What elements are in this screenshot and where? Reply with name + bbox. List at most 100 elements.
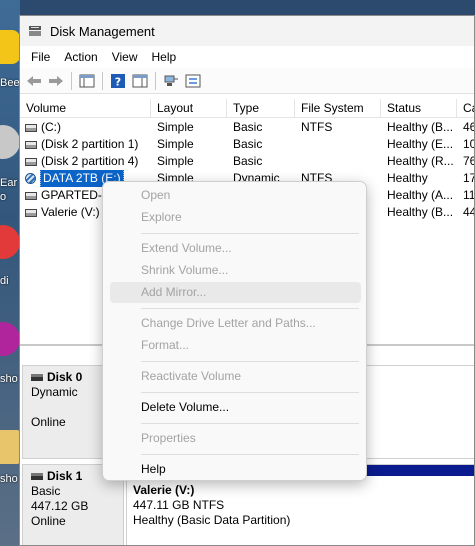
menu-help[interactable]: Help xyxy=(145,50,184,64)
volume-status: Healthy (A... xyxy=(387,188,454,202)
toolbar-separator xyxy=(155,71,156,90)
menu-item-properties[interactable]: Properties xyxy=(110,428,361,449)
menu-item-explore[interactable]: Explore xyxy=(110,207,361,228)
partition-valerie[interactable]: Valerie (V:) 447.11 GB NTFS Healthy (Bas… xyxy=(133,483,290,528)
volume-icon xyxy=(25,157,37,166)
menu-item-help[interactable]: Help xyxy=(110,459,361,480)
menu-view[interactable]: View xyxy=(105,50,145,64)
forward-button[interactable] xyxy=(45,71,66,91)
partition-name: Valerie (V:) xyxy=(133,483,195,497)
disk-name: Disk 0 xyxy=(47,370,83,384)
desktop-label: Bee xyxy=(0,77,20,89)
properties-button[interactable] xyxy=(182,71,203,91)
volume-name-cell: (Disk 2 partition 1) xyxy=(25,136,138,153)
menu-separator xyxy=(141,423,359,424)
toolbar: ? xyxy=(20,68,474,94)
volume-name-cell: Valerie (V:) xyxy=(25,204,100,221)
menu-item-change-drive-letter[interactable]: Change Drive Letter and Paths... xyxy=(110,313,361,334)
column-capacity[interactable]: Ca xyxy=(457,99,474,118)
desktop-label: di xyxy=(0,275,9,287)
menu-action[interactable]: Action xyxy=(57,50,104,64)
disk-state: Online xyxy=(31,514,66,528)
volume-type: Basic xyxy=(233,137,263,151)
volume-name: (Disk 2 partition 4) xyxy=(41,154,139,168)
menu-item-shrink-volume[interactable]: Shrink Volume... xyxy=(110,260,361,281)
volume-icon xyxy=(25,208,37,217)
menu-item-open[interactable]: Open xyxy=(110,185,361,206)
show-hide-console-tree-button[interactable] xyxy=(76,71,97,91)
disk-size: 447.12 GB xyxy=(31,499,89,513)
volume-list-header: Volume Layout Type File System Status Ca xyxy=(20,99,474,118)
volume-layout: Simple xyxy=(157,120,194,134)
back-button[interactable] xyxy=(23,71,44,91)
partition-status: Healthy (Basic Data Partition) xyxy=(133,513,291,527)
disk-name: Disk 1 xyxy=(47,469,83,483)
desktop-app-icon[interactable] xyxy=(0,322,20,356)
desktop-app-icon[interactable] xyxy=(0,30,20,64)
volume-row[interactable]: (C:) Simple Basic NTFS Healthy (B... 46 xyxy=(20,119,474,136)
toolbar-separator xyxy=(102,71,103,90)
help-icon: ? xyxy=(110,73,125,88)
menu-separator xyxy=(141,454,359,455)
volume-name: Valerie (V:) xyxy=(41,205,100,219)
help-button[interactable]: ? xyxy=(107,71,128,91)
desktop-label: o xyxy=(0,191,7,203)
volume-name-cell: (Disk 2 partition 4) xyxy=(25,153,138,170)
volume-row[interactable]: (Disk 2 partition 4) Simple Basic Health… xyxy=(20,153,474,170)
volume-layout: Simple xyxy=(157,154,194,168)
volume-icon xyxy=(25,191,37,200)
menu-item-reactivate-volume[interactable]: Reactivate Volume xyxy=(110,366,361,387)
volume-layout: Simple xyxy=(157,137,194,151)
desktop-label: sho xyxy=(0,373,18,385)
disk-type: Basic xyxy=(31,484,61,498)
column-type[interactable]: Type xyxy=(227,99,295,118)
desktop: Bee Ear o di sho sho xyxy=(0,0,20,546)
volume-type: Basic xyxy=(233,154,263,168)
menu-item-extend-volume[interactable]: Extend Volume... xyxy=(110,238,361,259)
back-arrow-icon xyxy=(26,75,41,86)
partition-size: 447.11 GB NTFS xyxy=(133,498,225,512)
menu-file[interactable]: File xyxy=(24,50,57,64)
menu-separator xyxy=(141,233,359,234)
menu-item-delete-volume[interactable]: Delete Volume... xyxy=(110,397,361,418)
connect-icon xyxy=(164,75,178,86)
forward-arrow-icon xyxy=(48,75,63,86)
volume-row[interactable]: (Disk 2 partition 1) Simple Basic Health… xyxy=(20,136,474,153)
action-pane-button[interactable] xyxy=(129,71,150,91)
desktop-app-icon[interactable] xyxy=(0,125,20,159)
desktop-label: sho xyxy=(0,473,18,485)
desktop-label: Ear xyxy=(0,177,18,189)
menu-item-add-mirror[interactable]: Add Mirror... xyxy=(110,282,361,303)
column-volume[interactable]: Volume xyxy=(20,99,151,118)
menu-bar: File Action View Help xyxy=(20,46,474,68)
console-tree-icon xyxy=(79,74,94,87)
volume-status: Healthy (E... xyxy=(387,137,454,151)
volume-capacity: 46 xyxy=(463,120,474,134)
column-file-system[interactable]: File System xyxy=(295,99,381,118)
svg-text:?: ? xyxy=(114,75,120,88)
volume-icon xyxy=(25,140,37,149)
title-bar[interactable]: Disk Management xyxy=(20,16,474,46)
volume-name: (Disk 2 partition 1) xyxy=(41,137,139,151)
column-status[interactable]: Status xyxy=(381,99,457,118)
disk-icon xyxy=(31,374,43,381)
connect-disk-button[interactable] xyxy=(160,71,181,91)
context-menu: Open Explore Extend Volume... Shrink Vol… xyxy=(102,181,367,481)
volume-name: (C:) xyxy=(41,120,61,134)
desktop-app-icon[interactable] xyxy=(0,225,20,259)
action-pane-icon xyxy=(132,74,147,87)
menu-separator xyxy=(141,392,359,393)
folder-icon[interactable] xyxy=(0,430,20,464)
volume-status: Healthy (R... xyxy=(387,154,454,168)
menu-separator xyxy=(141,308,359,309)
volume-icon xyxy=(25,123,37,132)
column-layout[interactable]: Layout xyxy=(151,99,227,118)
toolbar-separator xyxy=(71,71,72,90)
volume-status: Healthy (B... xyxy=(387,205,454,219)
disk-management-icon xyxy=(29,26,41,36)
menu-item-format[interactable]: Format... xyxy=(110,335,361,356)
volume-type: Basic xyxy=(233,120,263,134)
menu-separator xyxy=(141,361,359,362)
volume-name-cell: (C:) xyxy=(25,119,61,136)
volume-name: GPARTED-L xyxy=(41,188,109,202)
